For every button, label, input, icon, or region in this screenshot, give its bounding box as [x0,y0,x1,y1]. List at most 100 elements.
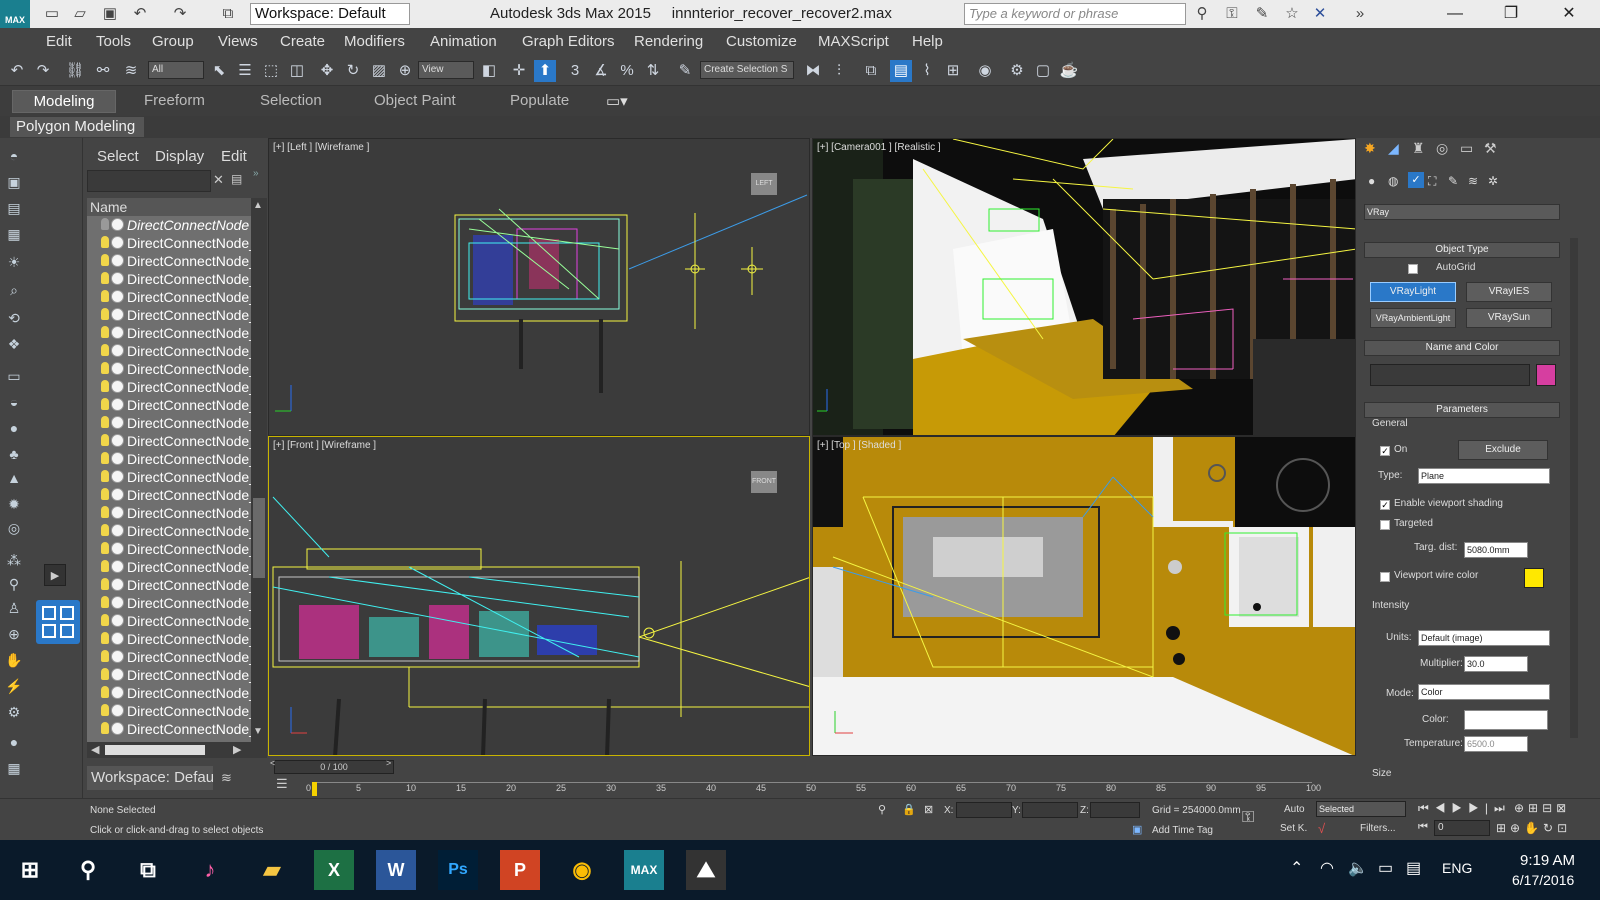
explorer-menu-select[interactable]: Select [97,148,139,165]
tree-row[interactable]: DirectConnectNode_ [87,612,251,630]
geometry-icon[interactable]: ● [1368,174,1375,188]
teapot-icon[interactable]: ◓ [4,146,24,166]
pin-icon[interactable]: ✎ [1252,4,1272,24]
group-icon[interactable]: ❖ [4,334,24,354]
visibility-icon[interactable] [111,290,124,303]
save-icon[interactable]: ▣ [100,4,120,24]
bone-icon[interactable]: ⚲ [4,574,24,594]
3dsmax-taskbar-icon[interactable]: MAX [624,850,664,890]
time-tag-icon[interactable]: ▣ [1132,823,1142,836]
cameras-icon[interactable]: ⛶ [1428,174,1436,189]
viewport-top[interactable]: [+] [Top ] [Shaded ] [812,436,1356,756]
tab-selection[interactable]: Selection [260,92,322,109]
camera-icon[interactable]: ⌕ [4,280,24,300]
light-bulb-icon[interactable] [101,380,109,392]
viewport-left[interactable]: [+] [Left ] [Wireframe ] LEFT [268,138,810,436]
mode-dropdown[interactable]: Color [1418,684,1550,700]
spacewarps-icon[interactable]: ≋ [1468,174,1478,188]
tree-row[interactable]: DirectConnectNode_ [87,450,251,468]
clock-date[interactable]: 6/17/2016 [1512,872,1574,888]
redo-icon[interactable]: ↷ [170,4,190,24]
task-view-icon[interactable]: ⧉ [128,850,168,890]
explorer-menu-display[interactable]: Display [155,148,204,165]
visibility-icon[interactable] [111,218,124,231]
key-icon[interactable]: ⚿ [1222,4,1242,24]
select-by-name-icon[interactable]: ☰ [234,60,256,82]
light-bulb-icon[interactable] [101,542,109,554]
mirror-icon[interactable]: ⧓ [802,60,824,82]
polygon-modeling-panel[interactable]: Polygon Modeling [10,117,144,137]
tree-row[interactable]: DirectConnectNode_ [87,702,251,720]
minimize-button[interactable]: — [1432,2,1478,26]
expand-arrow-icon[interactable]: ▶ [44,564,66,586]
hscroll-thumb[interactable] [105,745,205,755]
tree-row[interactable]: DirectConnectNode_ [87,486,251,504]
next-frame-icon[interactable]: > [386,758,391,768]
light-bulb-icon[interactable] [101,398,109,410]
tree-scrollbar[interactable]: ▲ ▼ [251,198,267,758]
scale-icon[interactable]: ▨ [368,60,390,82]
light-bulb-icon[interactable] [101,650,109,662]
visibility-icon[interactable] [111,542,124,555]
layer-manager-icon[interactable]: ⧉ [860,60,882,82]
name-column-header[interactable]: Name [87,198,251,216]
clear-search-icon[interactable]: ✕ [213,172,224,188]
light-bulb-icon[interactable] [101,308,109,320]
light-bulb-icon[interactable] [101,722,109,734]
visibility-icon[interactable] [111,362,124,375]
playback-controls[interactable]: ⏮◀▶▶|⏭ [1418,801,1511,816]
globe-icon[interactable]: ⊕ [4,624,24,644]
command-panel-scrollbar[interactable] [1570,238,1578,738]
time-slider[interactable]: 0 / 100 [274,760,394,774]
rotate-icon[interactable]: ↻ [342,60,364,82]
set-key-button[interactable]: Set K. [1280,823,1307,834]
unlink-icon[interactable]: ⚯ [92,60,114,82]
vraylight-button[interactable]: VRayLight [1370,282,1456,302]
menu-animation[interactable]: Animation [430,33,497,50]
key-icon[interactable]: √ [1318,821,1325,836]
renderer-category-dropdown[interactable]: VRay [1364,204,1560,220]
tree-row[interactable]: DirectConnectNode_ [87,288,251,306]
light-bulb-icon[interactable] [101,578,109,590]
undo-icon[interactable]: ↶ [130,4,150,24]
visibility-icon[interactable] [111,596,124,609]
lights-icon[interactable]: ✓ [1408,172,1424,188]
tree-row[interactable]: DirectConnectNode_ [87,396,251,414]
lock-icon[interactable]: 🔒 [902,803,916,816]
open-file-icon[interactable]: ▱ [70,4,90,24]
placement-icon[interactable]: ⊕ [394,60,416,82]
visibility-icon[interactable] [111,560,124,573]
search-input[interactable]: Type a keyword or phrase [964,3,1186,25]
set-key-mode-icon[interactable]: ⚿ [1242,809,1254,827]
sun-icon[interactable]: ✹ [4,494,24,514]
angle-snap-icon[interactable]: ∡ [590,60,612,82]
light-bulb-icon[interactable] [101,434,109,446]
light-bulb-icon[interactable] [101,632,109,644]
close-button[interactable]: ✕ [1546,2,1592,26]
torus-icon[interactable]: ◎ [4,518,24,538]
ribbon-toggle-icon[interactable]: ▤ [890,60,912,82]
plane-icon[interactable]: ▭ [4,366,24,386]
selection-filter-dropdown[interactable]: All [148,61,204,79]
rollout-parameters[interactable]: Parameters [1364,402,1560,418]
tree-row[interactable]: DirectConnectNode_ [87,324,251,342]
tree-row[interactable]: DirectConnectNode_ [87,360,251,378]
tree-row[interactable]: DirectConnectNode_ [87,342,251,360]
visibility-icon[interactable] [111,452,124,465]
more-icon[interactable]: » [1350,4,1370,24]
menu-group[interactable]: Group [152,33,194,50]
light-bulb-icon[interactable] [101,452,109,464]
visibility-icon[interactable] [111,434,124,447]
light-bulb-icon[interactable] [101,416,109,428]
volume-icon[interactable]: 🔈 [1348,858,1368,878]
window-crossing-icon[interactable]: ◫ [286,60,308,82]
light-color-swatch[interactable] [1464,710,1548,730]
visibility-icon[interactable] [111,470,124,483]
keyboard-shortcut-override-icon[interactable]: ⬆ [534,60,556,82]
tree-row[interactable]: DirectConnectNode_ [87,540,251,558]
navigation-controls-2[interactable]: ⊞⊕✋↻⊡ [1496,821,1571,835]
exclude-button[interactable]: Exclude [1458,440,1548,460]
tree-row[interactable]: DirectConnectNode_ [87,468,251,486]
menu-create[interactable]: Create [280,33,325,50]
particles-icon[interactable]: ⁂ [4,550,24,570]
